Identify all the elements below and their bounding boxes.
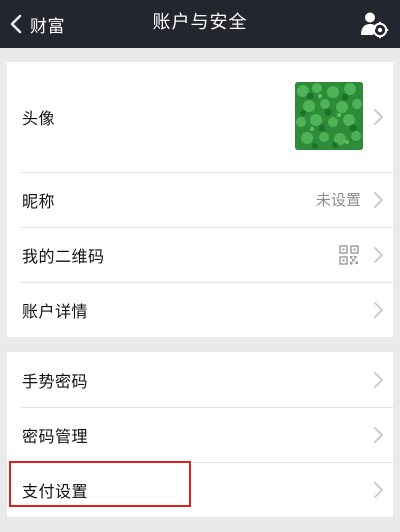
chevron-right-icon xyxy=(374,191,383,208)
password-management-row-label: 密码管理 xyxy=(22,426,89,446)
chevron-right-icon xyxy=(374,371,383,388)
gesture-password-row[interactable]: 手势密码 xyxy=(7,352,393,407)
avatar-row-label: 头像 xyxy=(22,109,56,128)
qrcode-row-label: 我的二维码 xyxy=(22,246,105,266)
user-settings-button[interactable] xyxy=(356,6,392,42)
avatar-row[interactable]: 头像 xyxy=(7,62,393,172)
payment-settings-row[interactable]: 支付设置 xyxy=(7,462,393,517)
account-detail-row[interactable]: 账户详情 xyxy=(7,282,393,337)
qrcode-row[interactable]: 我的二维码 xyxy=(7,227,393,282)
navigation-bar: 财富 账户与安全 xyxy=(0,0,400,48)
security-group: 手势密码 密码管理 支付设置 xyxy=(7,352,393,517)
gesture-password-row-label: 手势密码 xyxy=(22,371,89,391)
password-management-row[interactable]: 密码管理 xyxy=(7,407,393,462)
chevron-right-icon xyxy=(374,301,383,318)
clover-avatar-image xyxy=(295,82,363,150)
nickname-value: 未设置 xyxy=(315,191,361,209)
avatar xyxy=(295,82,363,150)
profile-group: 头像 昵称 未设置 我的二维码 账户详情 xyxy=(7,62,393,337)
account-security-screen: 财富 账户与安全 头像 昵称 未设置 我的二维码 账户详情 手势密码 密码管理 … xyxy=(0,0,400,532)
chevron-right-icon xyxy=(374,246,383,263)
qr-code-icon xyxy=(339,244,359,265)
chevron-right-icon xyxy=(374,481,383,498)
page-title: 账户与安全 xyxy=(152,12,248,33)
account-detail-row-label: 账户详情 xyxy=(22,301,89,321)
chevron-right-icon xyxy=(374,426,383,443)
nickname-row-label: 昵称 xyxy=(22,191,56,211)
user-settings-icon xyxy=(361,12,389,39)
nickname-row[interactable]: 昵称 未设置 xyxy=(7,172,393,227)
chevron-right-icon xyxy=(374,109,383,125)
payment-settings-row-label: 支付设置 xyxy=(22,481,89,501)
